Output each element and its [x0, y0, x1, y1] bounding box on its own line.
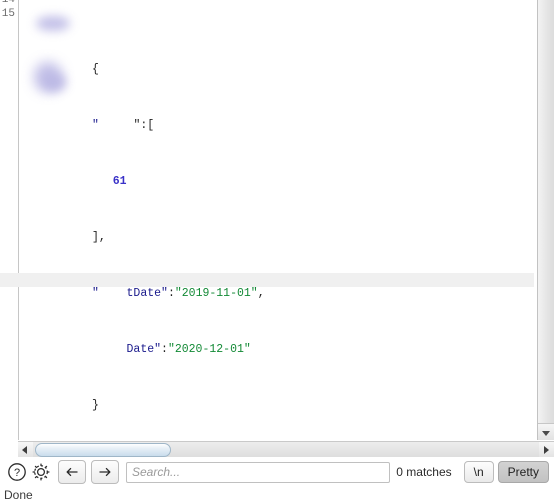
- json-key-name: tDate": [126, 287, 168, 300]
- settings-button[interactable]: [29, 460, 53, 484]
- newline-toggle-button[interactable]: \n: [463, 461, 494, 483]
- scroll-left-button[interactable]: [18, 442, 33, 457]
- scroll-left-arrow-icon: [22, 446, 27, 454]
- redacted-key-placeholder: [99, 287, 127, 300]
- question-circle-icon: ?: [8, 463, 26, 481]
- status-text: Done: [4, 489, 33, 500]
- redacted-key-placeholder: [92, 343, 127, 356]
- json-number-value: 61: [112, 175, 127, 188]
- find-toolbar: ? Search... 0 matches \n Pretty: [0, 458, 554, 486]
- line-number-gutter: 14 15: [0, 0, 19, 440]
- code-line: {: [20, 49, 537, 76]
- line-number: 14: [1, 0, 15, 6]
- help-button[interactable]: ?: [5, 460, 29, 484]
- json-punctuation: ],: [92, 231, 106, 244]
- scroll-right-button[interactable]: [539, 442, 554, 457]
- json-comma: ,: [257, 287, 265, 300]
- scroll-right-arrow-icon: [544, 446, 549, 454]
- code-line: 61: [20, 161, 537, 188]
- editor-scroll-area[interactable]: 14 15 { " ":[ 61 ], " tDate":"2019-11-01…: [0, 0, 537, 440]
- horizontal-scrollbar[interactable]: [18, 441, 554, 457]
- arrow-left-icon: [66, 467, 78, 477]
- json-string-value: "2019-11-01": [174, 287, 258, 300]
- scroll-down-arrow-icon: [542, 431, 550, 436]
- json-colon: :: [161, 343, 168, 356]
- code-line: }: [20, 385, 537, 412]
- json-punctuation: {: [92, 63, 99, 76]
- gear-icon: [32, 463, 50, 481]
- code-line: " ":[: [20, 105, 537, 132]
- arrow-right-icon: [99, 467, 111, 477]
- json-editor-pane: 14 15 { " ":[ 61 ], " tDate":"2019-11-01…: [0, 0, 554, 440]
- json-key-quote: ": [92, 119, 99, 132]
- json-colon: :: [167, 287, 175, 300]
- match-count-label: 0 matches: [396, 465, 452, 479]
- vertical-scrollbar[interactable]: [537, 0, 554, 440]
- code-line: Date":"2020-12-01": [20, 329, 537, 356]
- json-punctuation: }: [92, 399, 99, 412]
- code-line: ],: [20, 217, 537, 244]
- json-code-content[interactable]: { " ":[ 61 ], " tDate":"2019-11-01", Dat: [0, 0, 537, 440]
- horizontal-scrollbar-thumb[interactable]: [35, 443, 171, 457]
- json-punctuation: ":[: [133, 119, 155, 132]
- find-next-button[interactable]: [91, 460, 119, 484]
- svg-text:?: ?: [14, 467, 20, 479]
- status-bar: Done: [0, 489, 554, 500]
- json-viewer-window: 14 15 { " ":[ 61 ], " tDate":"2019-11-01…: [0, 0, 554, 500]
- json-string-value: "2020-12-01": [167, 343, 251, 356]
- redacted-key-placeholder: [99, 119, 134, 132]
- scroll-down-button[interactable]: [538, 423, 554, 440]
- find-previous-button[interactable]: [58, 460, 86, 484]
- json-key-name: Date": [126, 343, 162, 356]
- line-number: 15: [1, 8, 15, 20]
- json-key-quote: ": [92, 287, 99, 300]
- vertical-scrollbar-track[interactable]: [538, 0, 554, 423]
- code-line-highlighted: " tDate":"2019-11-01",: [0, 273, 534, 300]
- pretty-toggle-button[interactable]: Pretty: [497, 461, 549, 483]
- search-input[interactable]: [126, 461, 391, 483]
